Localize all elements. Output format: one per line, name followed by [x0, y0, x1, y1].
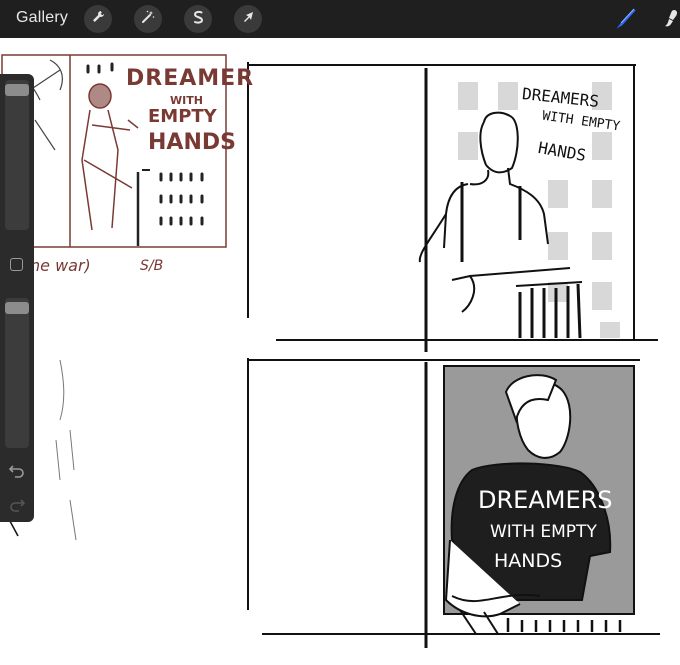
transform-button[interactable]: [234, 5, 262, 33]
gallery-button[interactable]: Gallery: [16, 9, 68, 27]
reference-note: ne war): [30, 256, 91, 275]
undo-icon: [7, 465, 27, 484]
brush-size-thumb[interactable]: [5, 84, 29, 96]
brush-icon: [612, 8, 638, 36]
smudge-tool-button[interactable]: [660, 6, 680, 32]
opacity-slider[interactable]: [5, 298, 29, 448]
panel-2-shirt-text-line-3: HANDS: [494, 550, 563, 572]
undo-button[interactable]: [7, 460, 27, 480]
panel-2-shirt-text-line-2: WITH EMPTY: [490, 522, 597, 542]
selection-s-icon: [190, 9, 206, 30]
smudge-icon: [660, 10, 680, 36]
arrow-cursor-icon: [240, 9, 256, 30]
opacity-thumb[interactable]: [5, 302, 29, 314]
brush-tool-button[interactable]: [612, 6, 638, 32]
magic-wand-icon: [140, 9, 156, 30]
left-sidebar: [0, 74, 34, 522]
artwork-sketch: [1, 54, 660, 648]
selection-button[interactable]: [184, 5, 212, 33]
adjustments-button[interactable]: [134, 5, 162, 33]
panel-2-shirt-text-line-1: DREAMERS: [478, 486, 613, 514]
drawing-canvas[interactable]: DREAMER WITH EMPTY HANDS ne war) S/B DRE…: [0, 38, 680, 665]
reference-title-line-3: EMPTY: [148, 106, 217, 127]
wrench-icon: [90, 9, 106, 30]
redo-icon: [7, 499, 27, 518]
brush-size-slider[interactable]: [5, 80, 29, 230]
reference-title-line-4: HANDS: [148, 130, 236, 155]
redo-button[interactable]: [7, 494, 27, 514]
top-toolbar: Gallery: [0, 0, 680, 38]
reference-signature: S/B: [140, 258, 164, 274]
modify-button[interactable]: [10, 258, 23, 271]
reference-title-line-1: DREAMER: [126, 66, 255, 91]
actions-button[interactable]: [84, 5, 112, 33]
